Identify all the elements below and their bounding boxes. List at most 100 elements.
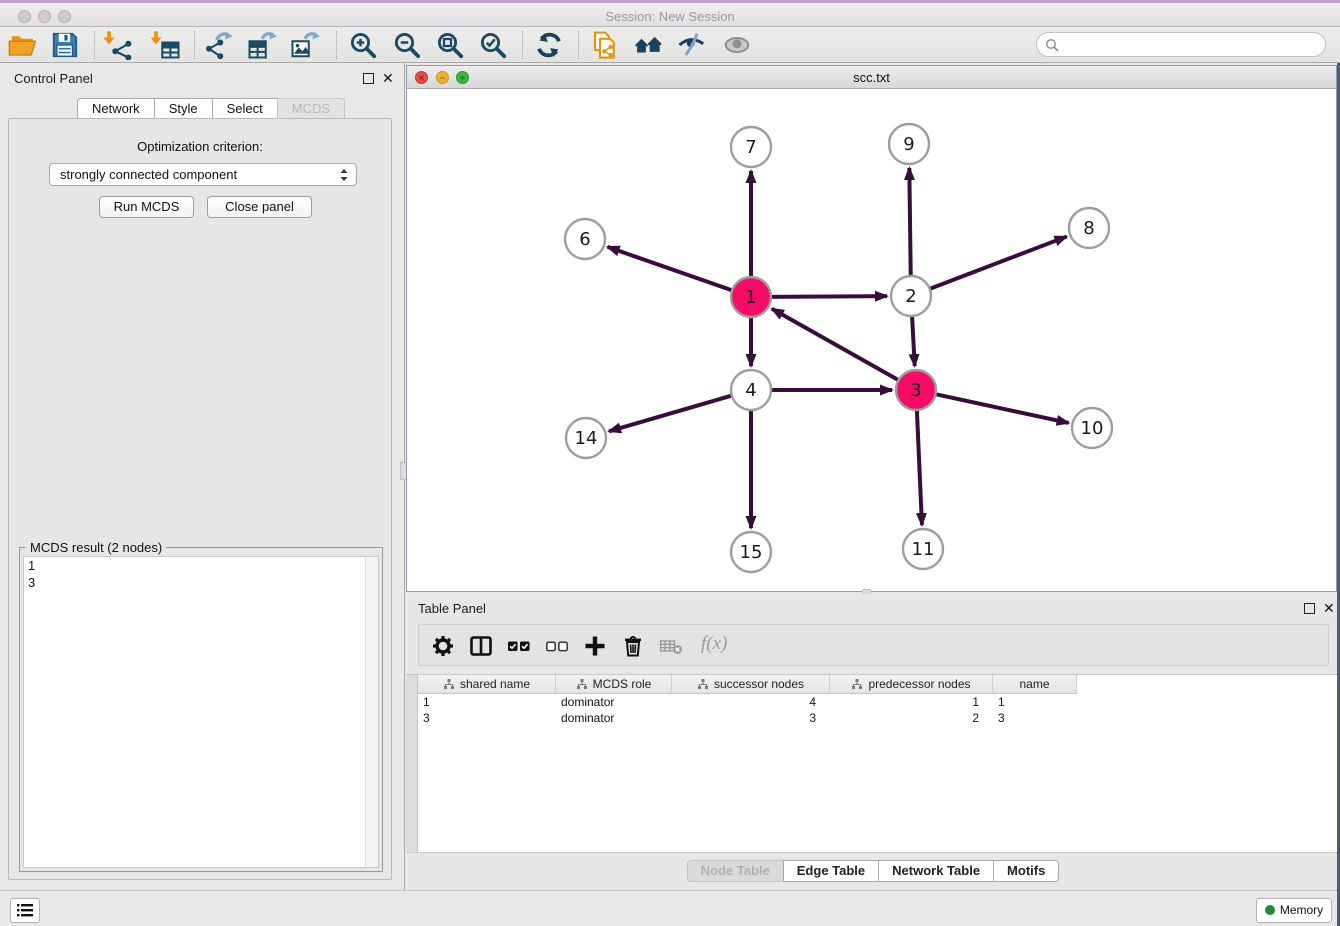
hide-selected-icon[interactable] xyxy=(677,30,707,60)
import-table-icon[interactable] xyxy=(151,30,181,60)
table-cell[interactable]: dominator xyxy=(556,694,672,710)
optimization-criterion-dropdown[interactable]: strongly connected component xyxy=(49,163,357,186)
optimization-criterion-label: Optimization criterion: xyxy=(9,139,391,154)
clone-network-icon[interactable] xyxy=(590,30,620,60)
list-icon xyxy=(11,899,39,922)
graph-node-14[interactable]: 14 xyxy=(566,418,606,458)
toolbar-separator xyxy=(578,31,579,59)
graph-edge-3-10[interactable] xyxy=(936,394,1069,423)
column-header-successor-nodes[interactable]: successor nodes xyxy=(672,675,830,694)
column-header-shared-name[interactable]: shared name xyxy=(418,675,556,694)
open-folder-icon[interactable] xyxy=(8,30,38,60)
graph-edge-2-8[interactable] xyxy=(930,237,1067,289)
table-cell[interactable]: 1 xyxy=(830,694,993,710)
graph-edge-3-11[interactable] xyxy=(917,410,922,525)
control-panel-float-icon[interactable] xyxy=(363,73,374,84)
graph-edge-1-2[interactable] xyxy=(771,296,887,297)
network-window-titlebar[interactable]: ✕ − + scc.txt xyxy=(407,66,1336,89)
table-panel-float-icon[interactable] xyxy=(1304,603,1315,614)
graph-node-6[interactable]: 6 xyxy=(565,219,605,259)
task-history-button[interactable] xyxy=(10,898,40,923)
graph-edge-3-1[interactable] xyxy=(772,309,899,380)
close-panel-button[interactable]: Close panel xyxy=(207,196,312,218)
export-table-icon[interactable] xyxy=(247,30,277,60)
graph-node-1[interactable]: 1 xyxy=(731,277,771,317)
table-cell[interactable]: 4 xyxy=(672,694,830,710)
zoom-in-icon[interactable] xyxy=(348,30,378,60)
search-field[interactable] xyxy=(1036,32,1326,57)
import-network-icon[interactable] xyxy=(104,30,134,60)
graph-node-label: 4 xyxy=(745,380,756,401)
graph-node-11[interactable]: 11 xyxy=(903,529,943,569)
titlebar: Session: New Session xyxy=(0,0,1340,27)
table-row[interactable]: 1dominator411 xyxy=(418,694,1077,710)
memory-button[interactable]: Memory xyxy=(1256,898,1332,923)
graph-node-3[interactable]: 3 xyxy=(896,370,936,410)
export-network-icon[interactable] xyxy=(204,30,234,60)
table-tab-motifs[interactable]: Motifs xyxy=(993,860,1059,882)
show-selected-icon[interactable] xyxy=(722,30,752,60)
control-tab-mcds[interactable]: MCDS xyxy=(277,98,345,119)
control-tab-select[interactable]: Select xyxy=(212,98,277,119)
control-panel-title: Control Panel xyxy=(14,71,93,86)
graph-node-7[interactable]: 7 xyxy=(731,127,771,167)
delete-column-icon[interactable] xyxy=(621,634,645,658)
zoom-selected-icon[interactable] xyxy=(478,30,508,60)
column-header-name[interactable]: name xyxy=(993,675,1077,694)
graph-node-15[interactable]: 15 xyxy=(731,532,771,572)
split-view-icon[interactable] xyxy=(469,634,493,658)
graph-node-2[interactable]: 2 xyxy=(891,276,931,316)
zoom-fit-icon[interactable] xyxy=(435,30,465,60)
table-cell[interactable]: 1 xyxy=(418,694,556,710)
show-all-networks-icon[interactable] xyxy=(634,30,664,60)
control-tab-network[interactable]: Network xyxy=(77,98,154,119)
column-sort-icon xyxy=(576,678,588,690)
graph-node-label: 11 xyxy=(912,539,935,560)
table-cell[interactable]: 3 xyxy=(672,710,830,726)
table-cell[interactable]: 3 xyxy=(418,710,556,726)
graph-node-label: 7 xyxy=(745,137,756,158)
graph-node-8[interactable]: 8 xyxy=(1069,208,1109,248)
mcds-result-title: MCDS result (2 nodes) xyxy=(26,540,166,555)
table-gutter xyxy=(406,675,418,852)
table-cell[interactable]: dominator xyxy=(556,710,672,726)
mcds-result-textarea[interactable]: 13 xyxy=(23,556,379,868)
graph-edge-2-9[interactable] xyxy=(909,168,910,276)
table-cell[interactable]: 2 xyxy=(830,710,993,726)
table-panel-close-icon[interactable]: ✕ xyxy=(1323,603,1335,614)
table-tab-network-table[interactable]: Network Table xyxy=(878,860,993,882)
control-panel-close-icon[interactable]: ✕ xyxy=(382,73,394,84)
table-tab-node-table[interactable]: Node Table xyxy=(687,860,783,882)
table-panel-tabs: Node TableEdge TableNetwork TableMotifs xyxy=(406,860,1340,882)
export-image-icon[interactable] xyxy=(290,30,320,60)
add-column-icon[interactable] xyxy=(583,634,607,658)
zoom-out-icon[interactable] xyxy=(392,30,422,60)
table-cell[interactable]: 1 xyxy=(993,694,1077,710)
column-header-predecessor-nodes[interactable]: predecessor nodes xyxy=(830,675,993,694)
graph-edge-1-6[interactable] xyxy=(608,247,732,290)
graph-node-label: 14 xyxy=(575,428,598,449)
result-scrollbar[interactable] xyxy=(365,557,378,867)
settings-gear-icon[interactable] xyxy=(431,634,455,658)
graph-edge-2-3[interactable] xyxy=(912,316,915,366)
control-tab-style[interactable]: Style xyxy=(154,98,212,119)
window-title: Session: New Session xyxy=(0,9,1340,24)
apply-layout-icon[interactable] xyxy=(534,30,564,60)
graph-edge-4-14[interactable] xyxy=(609,396,732,432)
table-tab-edge-table[interactable]: Edge Table xyxy=(783,860,878,882)
save-session-icon[interactable] xyxy=(50,30,80,60)
run-mcds-button[interactable]: Run MCDS xyxy=(99,196,194,218)
table-cell[interactable]: 3 xyxy=(993,710,1077,726)
graph-node-4[interactable]: 4 xyxy=(731,370,771,410)
graph-node-9[interactable]: 9 xyxy=(889,124,929,164)
delete-table-icon[interactable] xyxy=(659,634,683,658)
graph-node-label: 2 xyxy=(905,286,916,307)
table-row[interactable]: 3dominator323 xyxy=(418,710,1077,726)
select-all-checkboxes-icon[interactable] xyxy=(507,634,531,658)
deselect-all-checkboxes-icon[interactable] xyxy=(545,634,569,658)
graph-node-10[interactable]: 10 xyxy=(1072,408,1112,448)
network-canvas[interactable]: 7 9 6 8 1 2 4 3 14 10 15 11 xyxy=(407,89,1336,591)
column-header-MCDS-role[interactable]: MCDS role xyxy=(556,675,672,694)
search-input[interactable] xyxy=(1065,35,1315,54)
function-builder-icon[interactable]: f(x) xyxy=(701,633,727,655)
